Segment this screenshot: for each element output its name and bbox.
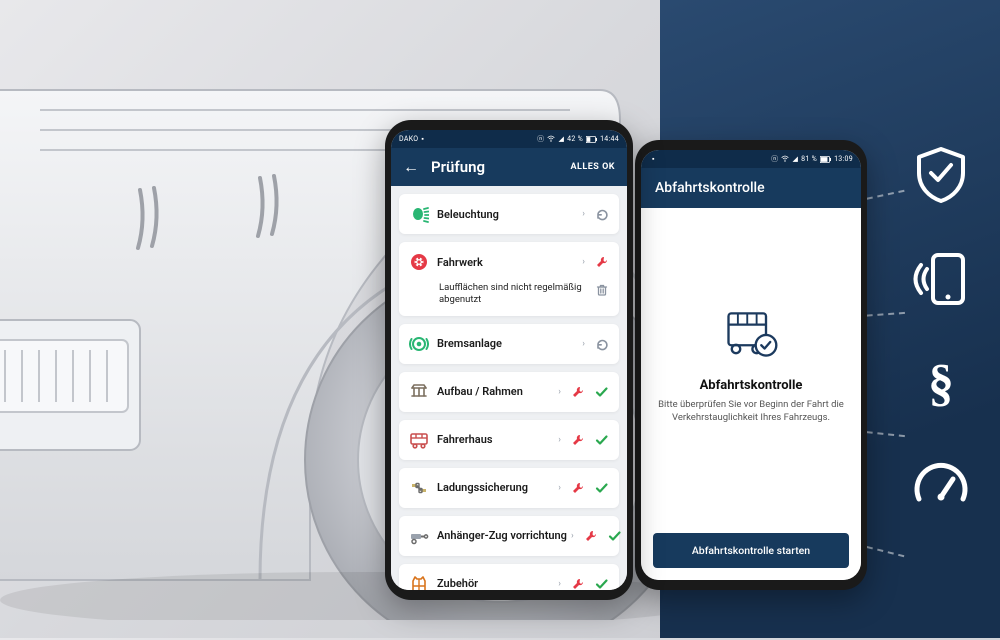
item-label: Zubehör xyxy=(437,577,554,590)
phones-group: ▪ ⓝ ◢ 81 % 13:09 Abfahrtskontrolle xyxy=(385,120,945,640)
all-ok-button[interactable]: ALLES OK xyxy=(570,162,615,172)
brake-icon xyxy=(409,334,429,354)
signal-icon: ◢ xyxy=(558,135,564,143)
chevron-right-icon: › xyxy=(558,579,561,589)
item-status xyxy=(571,481,609,495)
inspection-item[interactable]: Anhänger-Zug vorrichtung › xyxy=(399,516,619,556)
chevron-right-icon: › xyxy=(558,483,561,493)
app-header: ← Prüfung ALLES OK xyxy=(391,148,627,186)
phone-secondary: ▪ ⓝ ◢ 81 % 13:09 Abfahrtskontrolle xyxy=(635,140,867,590)
item-label: Ladungssicherung xyxy=(437,481,554,494)
status-bar: DAKO ▪ ⓝ ◢ 42 % 14:44 xyxy=(391,130,627,148)
item-status xyxy=(571,385,609,399)
inspection-item[interactable]: Aufbau / Rahmen › xyxy=(399,372,619,412)
item-status xyxy=(595,337,609,351)
hero-title: Abfahrtskontrolle xyxy=(700,378,803,393)
item-status xyxy=(571,577,609,590)
item-label: Fahrerhaus xyxy=(437,433,554,446)
start-inspection-button[interactable]: Abfahrtskontrolle starten xyxy=(653,533,849,568)
chevron-right-icon: › xyxy=(558,387,561,397)
light-icon xyxy=(409,204,429,224)
header-title: Abfahrtskontrolle xyxy=(655,180,765,196)
bus-check-icon xyxy=(721,304,781,364)
nfc-icon: ⓝ xyxy=(537,134,544,144)
item-label: Bremsanlage xyxy=(437,337,578,350)
battery-pct: 81 % xyxy=(801,155,817,163)
item-label: Aufbau / Rahmen xyxy=(437,385,554,398)
nfc-icon: ⓝ xyxy=(771,154,778,164)
phone-primary: DAKO ▪ ⓝ ◢ 42 % 14:44 ← xyxy=(385,120,633,600)
inspection-item[interactable]: Fahrwerk › Laufflächen sind nicht regelmäß… xyxy=(399,242,619,316)
chevron-right-icon: › xyxy=(582,209,585,219)
bus-icon xyxy=(409,430,429,450)
hero-block: Abfahrtskontrolle Bitte überprüfen Sie v… xyxy=(641,208,861,521)
back-button[interactable]: ← xyxy=(403,159,419,175)
hitch-icon xyxy=(409,526,429,546)
status-bar: ▪ ⓝ ◢ 81 % 13:09 xyxy=(641,150,861,168)
hero-subtitle: Bitte überprüfen Sie vor Beginn der Fahr… xyxy=(651,399,851,425)
inspection-item[interactable]: Ladungssicherung › xyxy=(399,468,619,508)
notif-icon: ▪ xyxy=(652,155,655,163)
inspection-item[interactable]: Beleuchtung › xyxy=(399,194,619,234)
strap-icon xyxy=(409,478,429,498)
clock: 14:44 xyxy=(600,135,619,143)
trash-icon[interactable] xyxy=(595,282,609,301)
wifi-icon xyxy=(781,155,789,163)
header-title: Prüfung xyxy=(431,158,558,176)
app-header: Abfahrtskontrolle xyxy=(641,168,861,208)
item-label: Fahrwerk xyxy=(437,256,578,269)
gauge-icon xyxy=(906,452,976,522)
signal-icon: ◢ xyxy=(792,155,798,163)
phone-wave-icon xyxy=(906,244,976,314)
item-status xyxy=(584,529,622,543)
chevron-right-icon: › xyxy=(582,257,585,267)
chevron-right-icon: › xyxy=(558,435,561,445)
item-defect: Laufflächen sind nicht regelmäßig abgenu… xyxy=(399,282,619,316)
clock: 13:09 xyxy=(834,155,853,163)
inspection-item[interactable]: Zubehör › xyxy=(399,564,619,590)
button-label: Abfahrtskontrolle starten xyxy=(692,544,810,557)
notif-icon: ▪ xyxy=(421,135,424,143)
chevron-right-icon: › xyxy=(582,339,585,349)
inspection-item[interactable]: Bremsanlage › xyxy=(399,324,619,364)
frame-icon xyxy=(409,382,429,402)
item-status xyxy=(571,433,609,447)
wifi-icon xyxy=(547,135,555,143)
defect-text: Laufflächen sind nicht regelmäßig abgenu… xyxy=(439,282,587,306)
chevron-right-icon: › xyxy=(571,531,574,541)
item-label: Beleuchtung xyxy=(437,208,578,221)
vest-icon xyxy=(409,574,429,590)
inspection-list[interactable]: Beleuchtung › Fahrwerk › Laufflächen sind ni… xyxy=(391,186,627,590)
battery-icon xyxy=(820,156,831,163)
item-status xyxy=(595,255,609,269)
shield-check-icon xyxy=(906,140,976,210)
feature-icons: § xyxy=(906,140,976,522)
item-label: Anhänger-Zug vorrichtung xyxy=(437,529,567,542)
battery-icon xyxy=(586,136,597,143)
wheel-icon xyxy=(409,252,429,272)
svg-text:§: § xyxy=(928,355,954,412)
inspection-item[interactable]: Fahrerhaus › xyxy=(399,420,619,460)
item-status xyxy=(595,207,609,221)
section-sign-icon: § xyxy=(906,348,976,418)
battery-pct: 42 % xyxy=(567,135,583,143)
carrier-label: DAKO xyxy=(399,135,418,143)
